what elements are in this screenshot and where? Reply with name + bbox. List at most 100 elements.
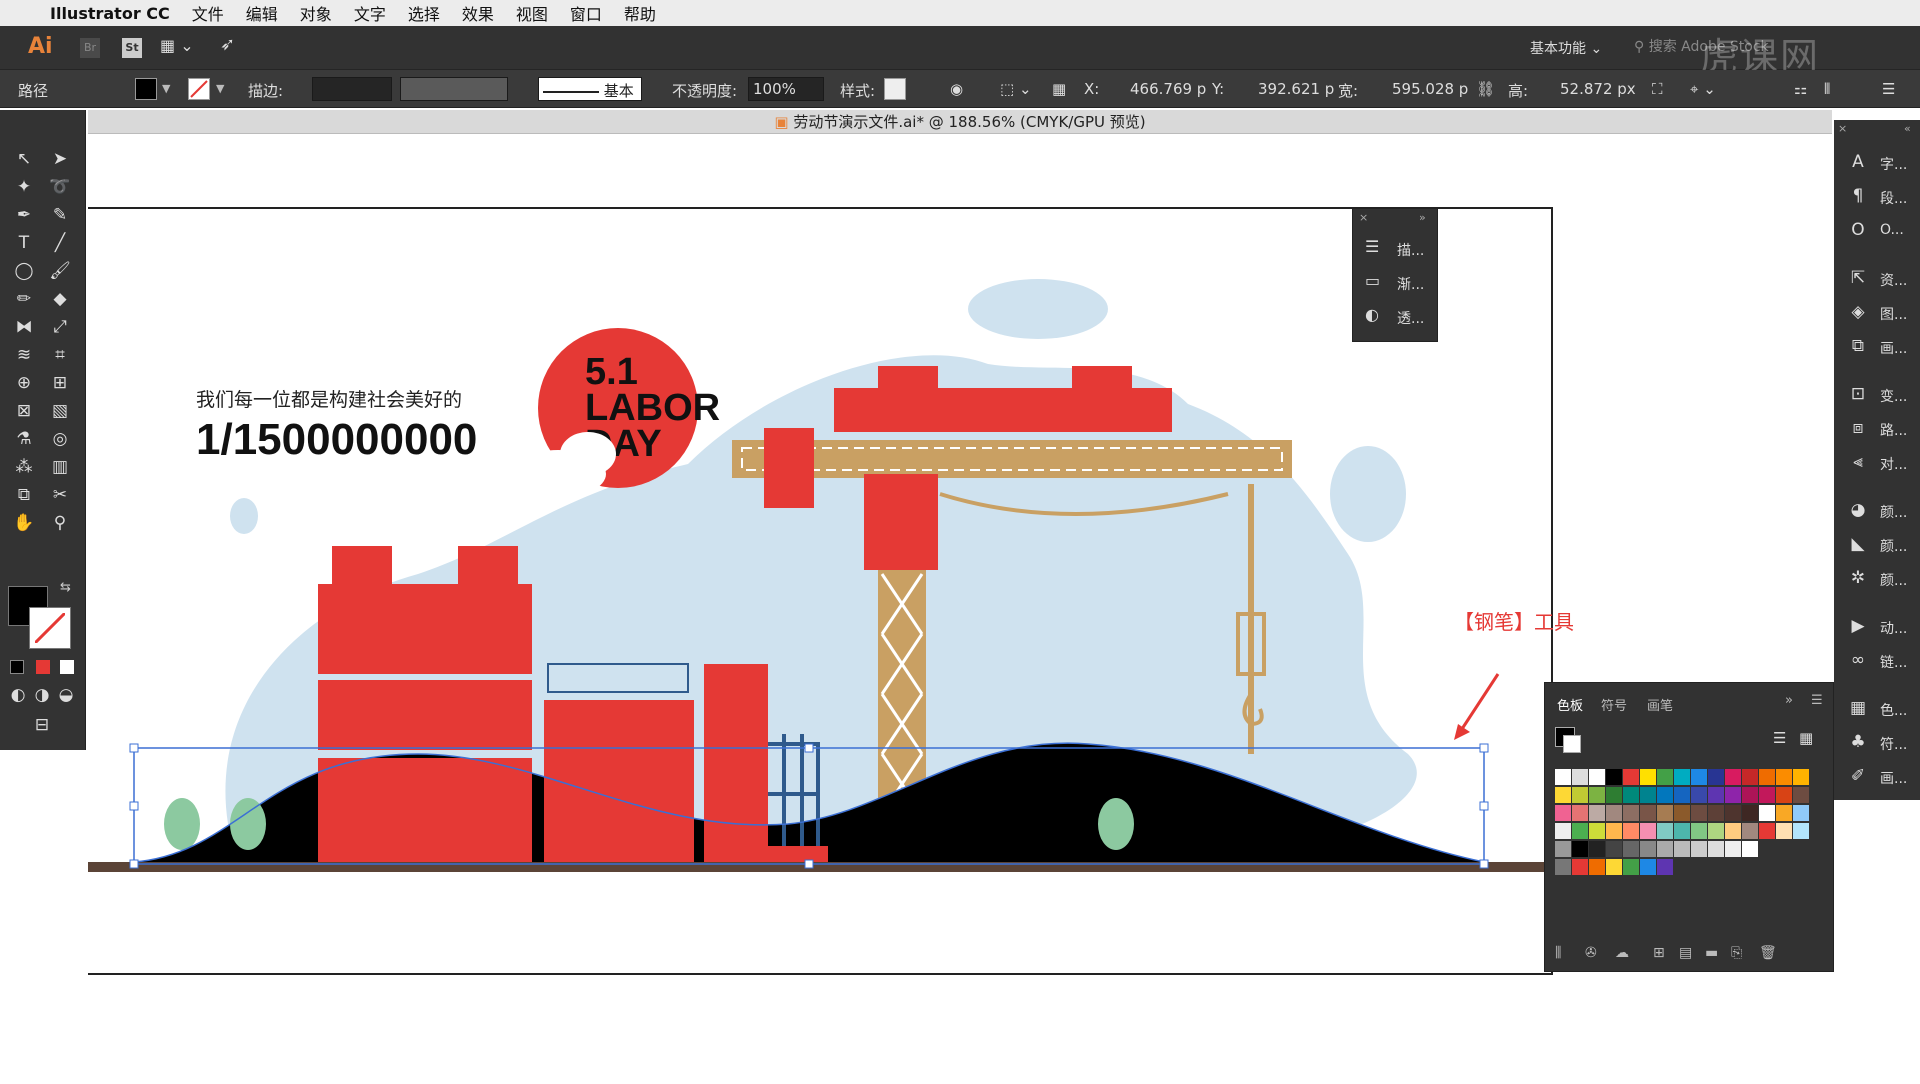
menu-view[interactable]: 视图 [516,1,548,25]
color-swatch[interactable] [1776,823,1792,839]
dock-item-links[interactable]: ∞ 链... [1834,646,1920,676]
dock-item-actions[interactable]: ▶ 动... [1834,612,1920,642]
color-swatch[interactable] [1674,823,1690,839]
height-value-input[interactable]: 52.872 px [1560,80,1636,98]
color-swatch[interactable] [1793,805,1809,821]
gradient-mode-button[interactable] [36,660,50,674]
color-swatch[interactable] [1606,787,1622,803]
color-swatch[interactable] [1555,805,1571,821]
color-swatch[interactable] [1674,769,1690,785]
x-value-input[interactable]: 466.769 p [1130,80,1206,98]
dock-item-align[interactable]: ⫷ 对... [1834,448,1920,478]
color-swatch[interactable] [1793,823,1809,839]
dock-item-color-themes[interactable]: ✲ 颜... [1834,564,1920,594]
color-swatch[interactable] [1657,841,1673,857]
color-swatch[interactable] [1589,841,1605,857]
color-swatch[interactable] [1793,769,1809,785]
artboard-tool-icon[interactable]: ⧉ [10,482,38,508]
color-swatch[interactable] [1589,805,1605,821]
gradient-tool-icon[interactable]: ▧ [46,398,74,424]
tab-swatches[interactable]: 色板 [1557,695,1583,714]
color-swatch[interactable] [1572,859,1588,875]
color-swatch[interactable] [1742,769,1758,785]
list-view-icon[interactable]: ☰ [1773,729,1786,747]
color-swatch[interactable] [1572,787,1588,803]
stroke-preview[interactable] [1563,735,1581,753]
color-swatch[interactable] [1572,769,1588,785]
color-swatch[interactable] [1640,769,1656,785]
tab-brushes[interactable]: 画笔 [1647,695,1673,714]
handle-bl[interactable] [129,859,139,869]
stroke-swatch[interactable] [188,78,210,100]
selection-tool-icon[interactable]: ↖ [10,146,38,172]
panel-menu-icon[interactable]: ☰ [1882,80,1895,98]
color-swatch[interactable] [1640,805,1656,821]
mesh-tool-icon[interactable]: ⊠ [10,398,38,424]
eraser-tool-icon[interactable]: ◆ [46,286,74,312]
color-swatch[interactable] [1691,823,1707,839]
dock-item-asset-export[interactable]: ⇱ 资... [1834,264,1920,294]
color-swatch[interactable] [1589,769,1605,785]
trash-icon[interactable]: 🗑 [1759,945,1777,961]
dock-item-symbols[interactable]: ♣ 符... [1834,728,1920,758]
zoom-tool-icon[interactable]: ⚲ [46,510,74,536]
chevron-down-icon[interactable]: ▼ [216,82,224,95]
color-swatch[interactable] [1725,805,1741,821]
color-swatch[interactable] [1606,805,1622,821]
hand-tool-icon[interactable]: ✋ [10,510,38,536]
warp-tool-icon[interactable]: ≋ [10,342,38,368]
handle-ml[interactable] [129,801,139,811]
brush-definition-select[interactable]: 基本 [538,77,642,101]
dock-item-paragraph[interactable]: ¶ 段... [1834,182,1920,212]
color-swatch[interactable] [1572,805,1588,821]
color-swatch[interactable] [1555,787,1571,803]
color-swatch[interactable] [1708,787,1724,803]
color-swatch[interactable] [1623,823,1639,839]
color-swatch[interactable] [1555,841,1571,857]
arrange-documents-icon[interactable]: ▦ ⌄ [160,36,194,55]
color-swatch[interactable] [1572,823,1588,839]
panel-item-gradient[interactable]: ▭ 渐... [1353,267,1439,297]
color-swatch[interactable] [1640,823,1656,839]
color-swatch[interactable] [1691,805,1707,821]
dock-item-color[interactable]: ◕ 颜... [1834,496,1920,526]
chevron-down-icon[interactable]: ▼ [162,82,170,95]
fill-swatch[interactable] [135,78,157,100]
panel-item-stroke[interactable]: ☰ 描... [1353,233,1439,263]
stock-button[interactable]: St [122,38,142,58]
swatch-libraries-icon[interactable]: ⫼ [1555,945,1561,961]
close-icon[interactable]: × [1838,122,1847,135]
perspective-grid-tool-icon[interactable]: ⊞ [46,370,74,396]
color-swatch[interactable] [1623,787,1639,803]
workspace-switcher[interactable]: 基本功能 ⌄ [1530,38,1602,58]
color-swatch[interactable] [1776,769,1792,785]
slice-tool-icon[interactable]: ✂ [46,482,74,508]
reflect-tool-icon[interactable]: ⧓ [10,314,38,340]
menu-window[interactable]: 窗口 [570,1,602,25]
color-swatch[interactable] [1623,805,1639,821]
curvature-tool-icon[interactable]: ✎ [46,202,74,228]
color-swatch[interactable] [1742,823,1758,839]
close-icon[interactable]: × [1359,211,1368,224]
color-swatch[interactable] [1657,805,1673,821]
menu-edit[interactable]: 编辑 [246,1,278,25]
color-swatch[interactable] [1708,805,1724,821]
stroke-color-box[interactable] [29,607,71,649]
recolor-icon[interactable]: ◉ [950,80,963,98]
swatch-options-icon[interactable]: ⊞ [1653,945,1665,961]
menu-type[interactable]: 文字 [354,1,386,25]
none-mode-button[interactable] [60,660,74,674]
dock-item-character[interactable]: A 字... [1834,148,1920,178]
constrain-proportions-icon[interactable]: ⛓ [1476,80,1495,98]
color-swatch[interactable] [1572,841,1588,857]
collapse-icon[interactable]: « [1904,122,1911,135]
dock-item-transform[interactable]: ⊡ 变... [1834,380,1920,410]
align-to-icon[interactable]: ⬚ ⌄ [1000,80,1032,98]
y-value-input[interactable]: 392.621 p [1258,80,1334,98]
column-graph-tool-icon[interactable]: ▥ [46,454,74,480]
shaper-tool-icon[interactable]: ✏ [10,286,38,312]
handle-tr[interactable] [1479,743,1489,753]
color-swatch[interactable] [1589,859,1605,875]
handle-tm[interactable] [804,743,814,753]
color-swatch[interactable] [1708,841,1724,857]
